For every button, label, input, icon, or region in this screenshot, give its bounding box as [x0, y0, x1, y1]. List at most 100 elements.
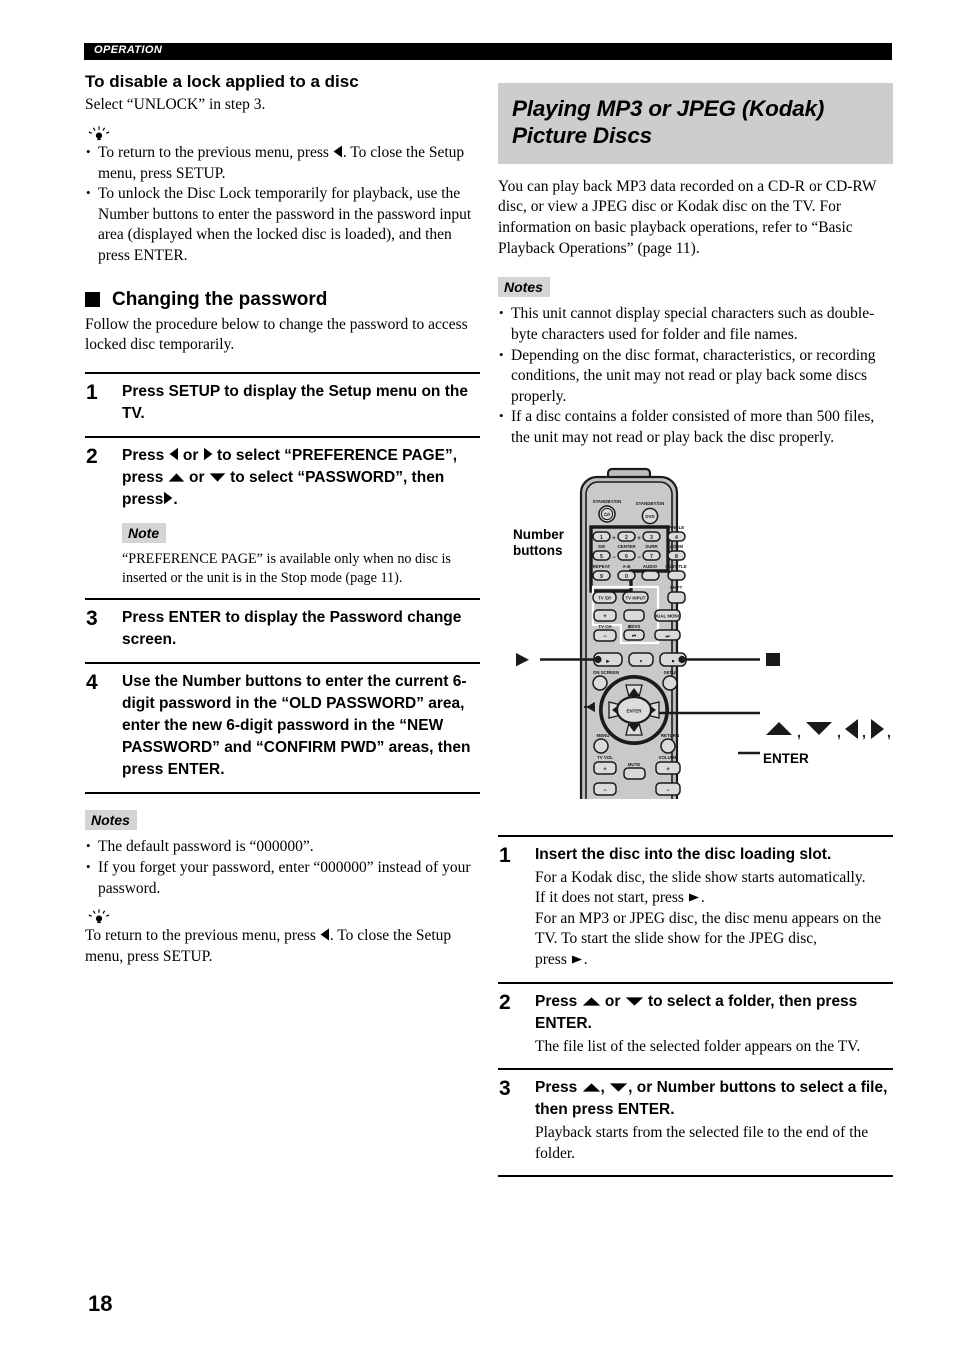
svg-text:⊞DVS: ⊞DVS	[628, 624, 641, 629]
svg-text:SETUP: SETUP	[664, 670, 679, 675]
arrow-up-icon	[582, 1082, 601, 1093]
changing-password-heading-label: Changing the password	[112, 288, 328, 310]
svg-text:MENU: MENU	[597, 733, 610, 738]
left-notes-list: The default password is “000000”. If you…	[85, 837, 480, 899]
step2-text-1: Press	[122, 446, 165, 464]
svg-text:,: ,	[797, 724, 801, 740]
section-title-band: Playing MP3 or JPEG (Kodak) Picture Disc…	[498, 83, 893, 164]
svg-text:−: −	[637, 555, 641, 561]
right-column: Playing MP3 or JPEG (Kodak) Picture Disc…	[498, 83, 893, 1178]
dpad-enter-label: ENTER	[627, 708, 643, 713]
left-step-3-number: 3	[86, 607, 98, 631]
left-step-2-number: 2	[86, 444, 98, 468]
svg-text:6: 6	[625, 554, 628, 560]
svg-text:9: 9	[600, 574, 603, 580]
left-step-4-title: Use the Number buttons to enter the curr…	[122, 673, 471, 779]
changing-password-intro: Follow the procedure below to change the…	[85, 315, 468, 354]
right-step-1-desc: For a Kodak disc, the slide show starts …	[535, 868, 893, 971]
note-item-disc-format: Depending on the disc format, characteri…	[498, 346, 893, 408]
remote-control-illustration: .rbody { fill:#bdbdbd; stroke:#1a1a1a; s…	[498, 467, 893, 838]
arrow-left-icon	[169, 447, 179, 461]
svg-text:1: 1	[600, 535, 603, 541]
play-icon	[516, 652, 529, 666]
notes-tag: Notes	[498, 277, 550, 298]
standby-on-left-label: STANDBY/ON	[593, 499, 622, 504]
svg-text:RETURN: RETURN	[661, 733, 679, 738]
right-notes-list: This unit cannot display special charact…	[498, 304, 893, 448]
svg-text:SUBTITLE: SUBTITLE	[665, 564, 687, 569]
left-step-3: 3 Press ENTER to display the Password ch…	[85, 598, 480, 662]
svg-text:REPEAT: REPEAT	[593, 564, 611, 569]
svg-text:■: ■	[672, 658, 675, 663]
svg-text:AUDIO: AUDIO	[643, 564, 658, 569]
svg-text:TV CH: TV CH	[598, 624, 611, 629]
svg-text:3: 3	[650, 535, 653, 541]
arrow-down-icon	[209, 472, 226, 483]
note-body: “PREFERENCE PAGE” is available only when…	[122, 550, 451, 586]
changing-password-heading: Changing the password	[85, 289, 480, 311]
svg-text:TV INPUT: TV INPUT	[625, 595, 645, 600]
svg-text:TV VOL: TV VOL	[597, 755, 613, 760]
right-step-1-title: Insert the disc into the disc loading sl…	[535, 845, 832, 863]
svg-text:MUTE: MUTE	[628, 762, 641, 767]
note-item-default-password: The default password is “000000”.	[85, 837, 480, 858]
page-number: 18	[88, 1291, 113, 1316]
arrow-left-icon	[320, 928, 330, 941]
left-step-4: 4 Use the Number buttons to enter the cu…	[85, 662, 480, 795]
right-step-1-desc-line4b: .	[583, 951, 588, 969]
svg-text:⏮: ⏮	[632, 633, 636, 638]
left-step-2: 2 Press or to select “PREFERENCE PAGE”, …	[85, 435, 480, 598]
note-item-forgot-password: If you forget your password, enter “0000…	[85, 858, 480, 899]
disable-lock-tip-list: To return to the previous menu, press . …	[85, 143, 480, 267]
left-step-3-title: Press ENTER to display the Password chan…	[122, 609, 462, 649]
note-tag: Note	[122, 522, 167, 543]
square-bullet-icon	[85, 292, 100, 308]
right-step-2-desc: The file list of the selected folder app…	[535, 1037, 861, 1055]
svg-text:4: 4	[675, 535, 678, 541]
step2-text-2: or	[182, 446, 199, 464]
svg-text:CENTER: CENTER	[617, 544, 636, 549]
remote-control-figure: Number buttons ENTER .rbody { fill:#bdbd…	[498, 463, 893, 838]
arrow-down-icon	[806, 721, 832, 735]
right-step-3-desc: Playback starts from the selected file t…	[535, 1124, 869, 1162]
callout-direction-arrows: , , , ,	[766, 718, 891, 740]
svg-text:TV ⏻/I: TV ⏻/I	[598, 595, 611, 600]
tip-text-part1: To return to the previous menu, press	[98, 144, 329, 161]
right-step-2-title: Press or to select a folder, then press …	[535, 991, 893, 1035]
svg-text:SW: SW	[598, 544, 606, 549]
svg-text:7: 7	[650, 554, 653, 560]
svg-text:−: −	[612, 555, 616, 561]
svg-text:2: 2	[625, 535, 628, 541]
right-step-2: 2 Press or to select a folder, then pres…	[498, 981, 893, 1069]
left-final-tip: To return to the previous menu, press . …	[85, 926, 480, 967]
manual-page: OPERATION To disable a lock applied to a…	[0, 0, 954, 1348]
right-step-1-desc-line2a: If it does not start, press	[535, 889, 684, 907]
svg-text:ZOOM: ZOOM	[670, 544, 684, 549]
power-glyph-left: ⏻/I	[604, 512, 610, 517]
svg-text:5: 5	[600, 554, 603, 560]
svg-text:ON SCREEN: ON SCREEN	[593, 670, 619, 675]
right-step-3-title-2: ,	[600, 1079, 605, 1097]
right-step-1-desc-line1: For a Kodak disc, the slide show starts …	[535, 868, 866, 886]
svg-text:,: ,	[887, 724, 891, 740]
svg-text:,: ,	[862, 724, 866, 740]
svg-text:−: −	[603, 788, 607, 794]
arrow-left-icon	[333, 145, 343, 158]
right-step-2-number: 2	[499, 990, 511, 1014]
arrow-right-icon	[163, 491, 173, 505]
note-item-500-files: If a disc contains a folder consisted of…	[498, 407, 893, 448]
callout-number-buttons-line2: buttons	[513, 543, 563, 559]
svg-text:+: +	[637, 536, 641, 542]
right-step-2-title-1: Press	[535, 992, 578, 1010]
disable-lock-heading: To disable a lock applied to a disc	[85, 72, 359, 91]
left-step-1: 1 Press SETUP to display the Setup menu …	[85, 371, 480, 436]
svg-text:SURR: SURR	[645, 544, 658, 549]
tip-item-unlock-temp: To unlock the Disc Lock temporarily for …	[85, 184, 480, 266]
play-icon	[571, 954, 584, 965]
right-step-3-title: Press , , or Number buttons to select a …	[535, 1077, 893, 1121]
right-step-1-desc-line2b: .	[700, 889, 705, 907]
section-header-label: OPERATION	[94, 44, 163, 56]
left-step-1-number: 1	[86, 380, 98, 404]
svg-text:+: +	[603, 767, 607, 773]
left-step-1-title: Press SETUP to display the Setup menu on…	[122, 382, 468, 422]
